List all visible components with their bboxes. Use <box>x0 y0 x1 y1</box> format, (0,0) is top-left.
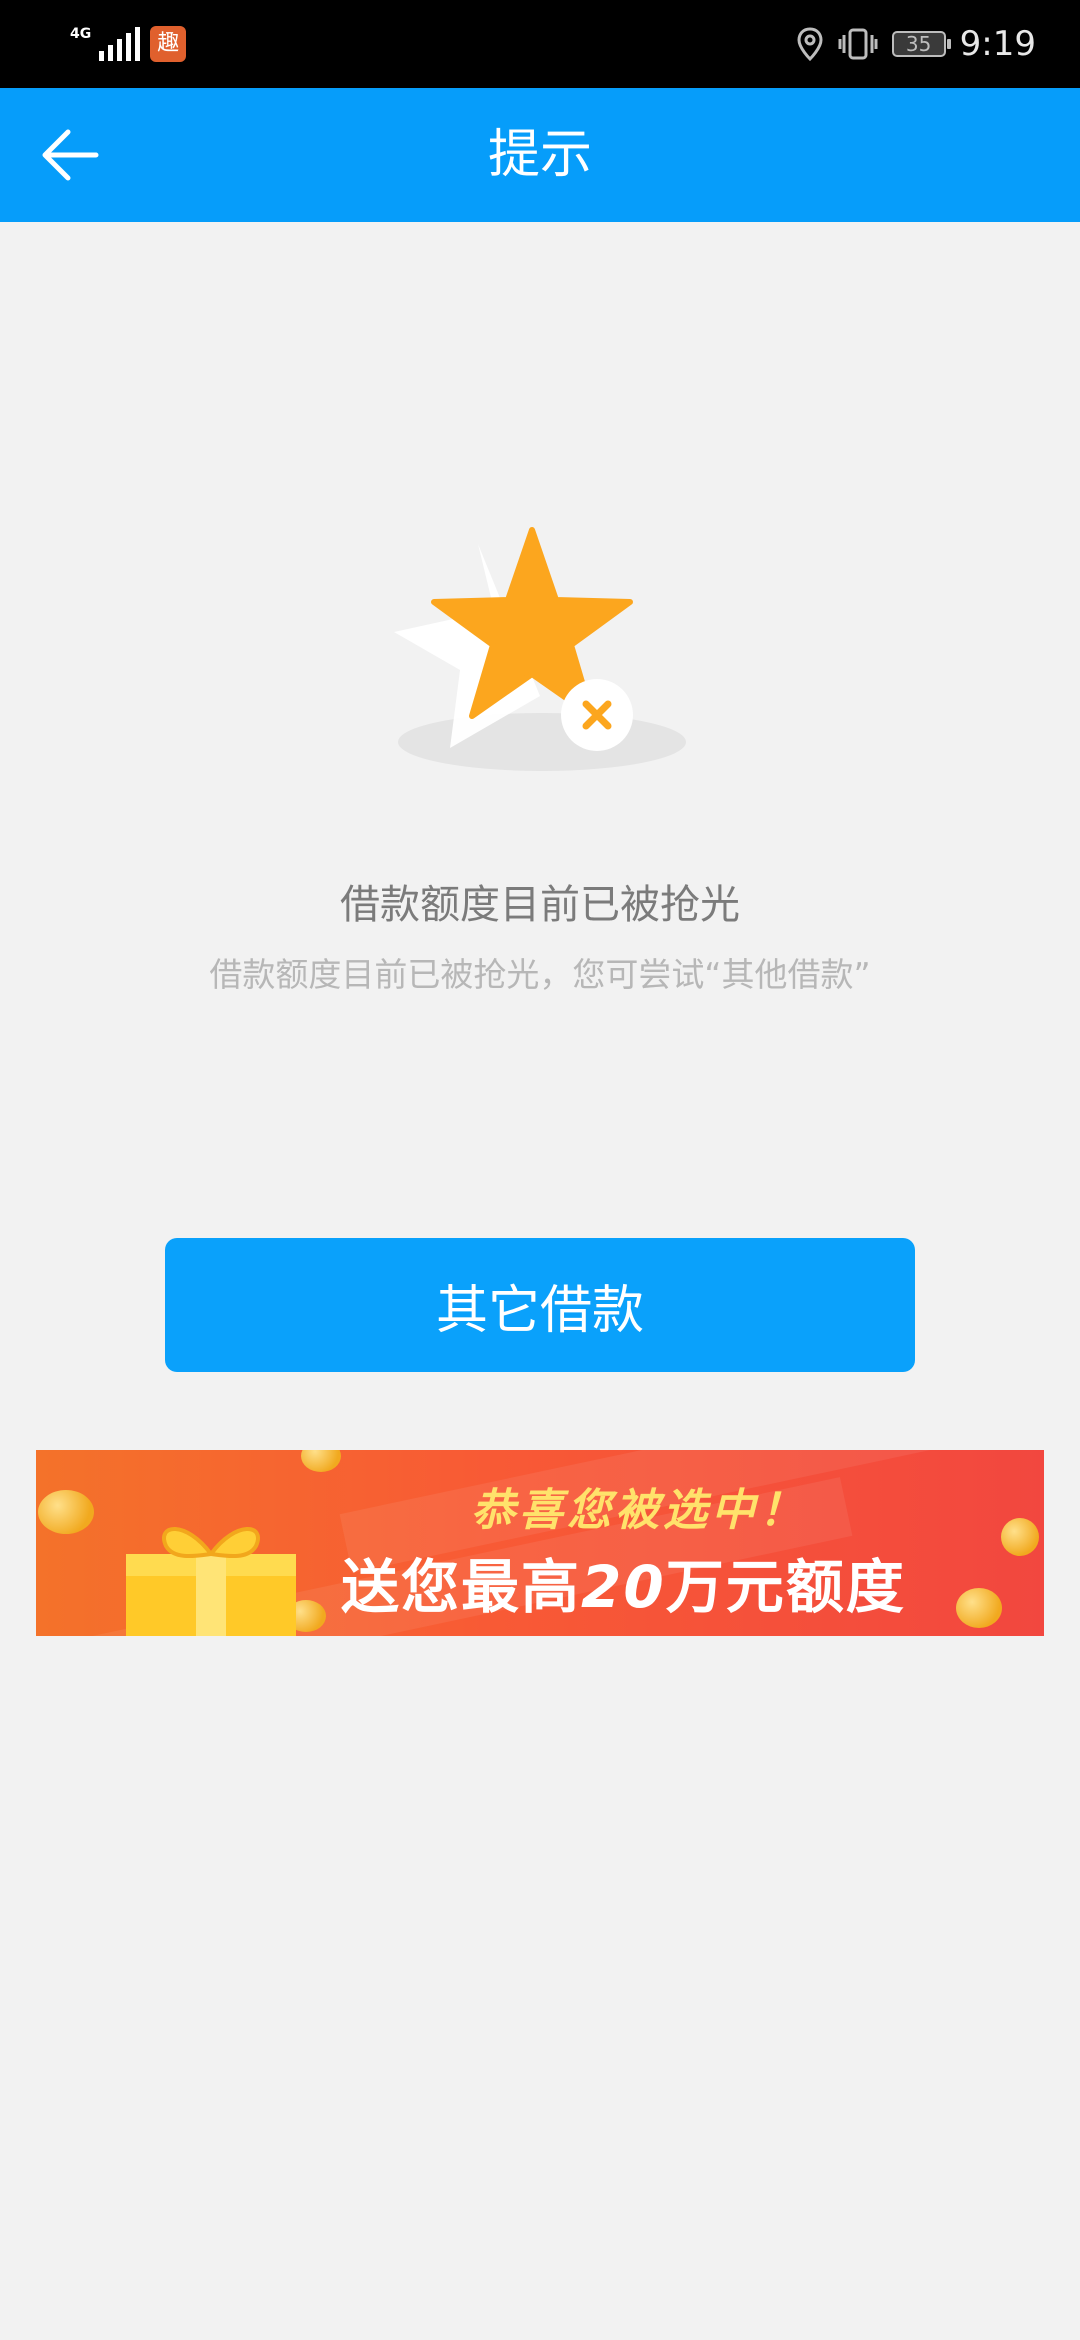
promo-banner[interactable]: 恭喜您被选中！ 送您最高20万元额度 <box>36 1450 1044 1636</box>
message-subtitle: 借款额度目前已被抢光，您可尝试“其他借款” <box>209 955 871 994</box>
signal-icon: 4G <box>70 26 141 61</box>
app-header: 提示 <box>0 88 1080 222</box>
back-arrow-icon <box>42 129 99 181</box>
network-type: 4G <box>70 26 92 42</box>
page-title: 提示 <box>487 125 592 185</box>
other-loans-button[interactable]: 其它借款 <box>165 1238 915 1372</box>
back-button[interactable] <box>30 118 110 192</box>
coin-decoration <box>1001 1518 1039 1556</box>
banner-offer-prefix: 送您最高 <box>341 1553 582 1621</box>
sold-out-star-illustration <box>394 527 686 771</box>
status-time: 9:19 <box>959 24 1036 64</box>
battery-icon: 35 <box>891 31 951 57</box>
vibrate-icon <box>838 28 878 60</box>
coin-decoration <box>301 1450 341 1472</box>
gift-box-icon <box>126 1527 296 1636</box>
message-title: 借款额度目前已被抢光 <box>340 882 740 928</box>
banner-offer: 送您最高20万元额度 <box>341 1540 906 1624</box>
coin-decoration <box>956 1588 1002 1628</box>
status-left: 4G 趣 <box>70 22 187 66</box>
banner-offer-amount: 20 <box>581 1553 666 1621</box>
banner-offer-suffix: 万元额度 <box>665 1553 906 1621</box>
app-notification-icon: 趣 <box>150 26 187 62</box>
coin-decoration <box>38 1490 94 1534</box>
banner-headline: 恭喜您被选中！ <box>471 1485 807 1536</box>
status-bar: 4G 趣 35 9:19 <box>0 0 1080 88</box>
illustration-shadow <box>398 713 686 771</box>
status-right: 35 9:19 <box>796 18 1036 70</box>
location-icon <box>797 27 823 61</box>
